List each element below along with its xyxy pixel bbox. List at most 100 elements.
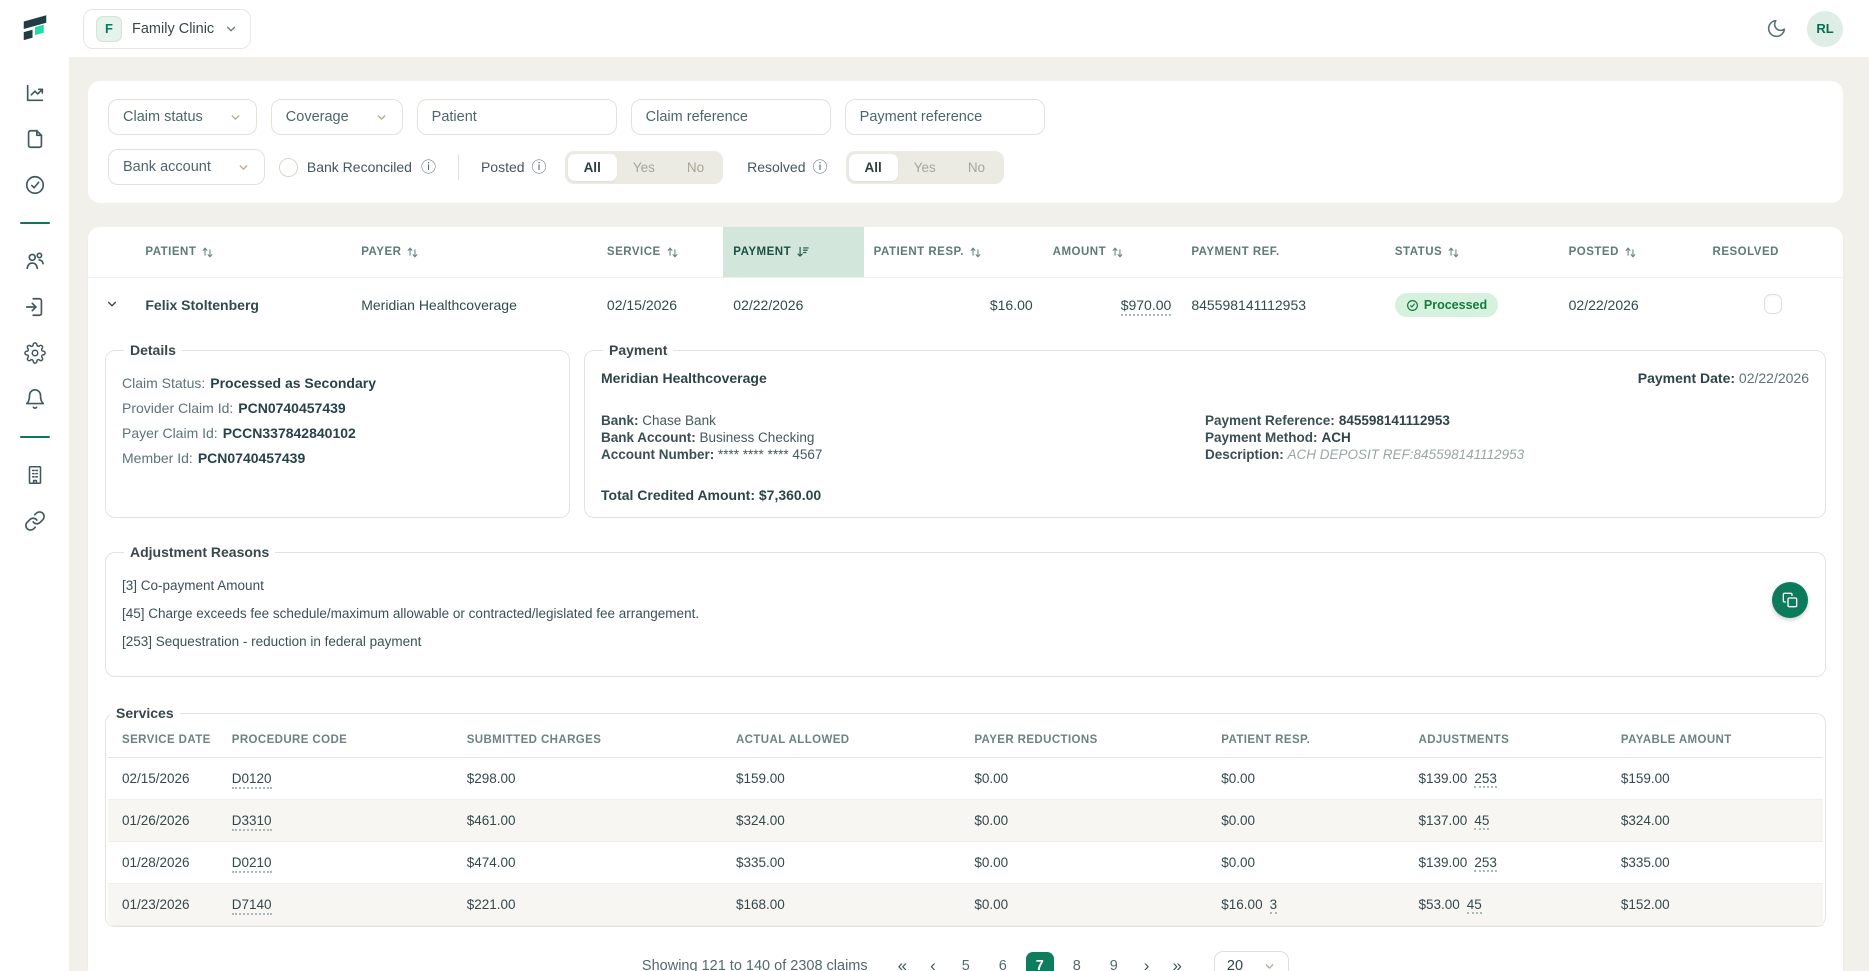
- claim-amount[interactable]: $970.00: [1043, 278, 1182, 333]
- column-header-service[interactable]: Service: [597, 227, 723, 278]
- svc-col-allowed: Actual Allowed: [722, 723, 960, 758]
- adjustment-code-chip[interactable]: 45: [1467, 897, 1482, 914]
- info-icon[interactable]: ⓘ: [421, 160, 436, 175]
- check-circle-icon: [1406, 299, 1419, 312]
- posted-option-yes[interactable]: Yes: [617, 154, 671, 181]
- user-avatar[interactable]: RL: [1807, 11, 1843, 47]
- svc-allowed: $335.00: [722, 842, 960, 884]
- sort-descending-icon: [796, 245, 810, 259]
- users-icon[interactable]: [15, 241, 55, 281]
- service-row: 01/23/2026 D7140 $221.00 $168.00 $0.00 $…: [108, 884, 1823, 926]
- page-button-9[interactable]: 9: [1100, 952, 1128, 971]
- svc-service-date: 01/26/2026: [108, 800, 218, 842]
- coverage-select[interactable]: Coverage: [271, 99, 403, 135]
- bank-reconciled-checkbox[interactable]: [279, 158, 298, 177]
- pagination: Showing 121 to 140 of 2308 claims « ‹ 5 …: [88, 935, 1843, 971]
- service-row: 01/26/2026 D3310 $461.00 $324.00 $0.00 $…: [108, 800, 1823, 842]
- next-page-button[interactable]: ›: [1137, 954, 1157, 971]
- payment-reference-input[interactable]: [845, 99, 1045, 135]
- bank-reconciled-checkbox-group[interactable]: Bank Reconciled ⓘ: [279, 158, 436, 177]
- integrations-link-icon[interactable]: [15, 501, 55, 541]
- svc-allowed: $159.00: [722, 758, 960, 800]
- sort-icon: [1447, 246, 1460, 259]
- notifications-bell-icon[interactable]: [15, 379, 55, 419]
- svc-payable: $335.00: [1607, 842, 1823, 884]
- adjustment-reasons-panel: Adjustment Reasons [3] Co-payment Amount…: [105, 544, 1826, 677]
- adjustment-code-chip[interactable]: 45: [1474, 813, 1489, 830]
- adjustment-code-chip[interactable]: 3: [1270, 897, 1278, 914]
- resolved-option-yes[interactable]: Yes: [898, 154, 952, 181]
- clinic-name: Family Clinic: [132, 21, 214, 37]
- adjustment-code-chip[interactable]: 253: [1474, 855, 1497, 872]
- collapse-row-chevron-icon[interactable]: [88, 278, 135, 333]
- status-badge: Processed: [1395, 293, 1498, 317]
- svc-procedure-code[interactable]: D7140: [218, 884, 453, 926]
- resolved-checkbox[interactable]: [1764, 294, 1782, 314]
- dark-mode-toggle-moon-icon[interactable]: [1766, 18, 1787, 39]
- adjustment-reason: [3] Co-payment Amount: [122, 578, 1809, 593]
- claim-payer: Meridian Healthcoverage: [351, 278, 597, 333]
- resolved-option-no[interactable]: No: [952, 154, 1001, 181]
- column-header-resolved: Resolved: [1703, 227, 1843, 278]
- page-button-8[interactable]: 8: [1063, 952, 1091, 971]
- settings-gear-icon[interactable]: [15, 333, 55, 373]
- svc-adjustments: $139.00253: [1405, 758, 1607, 800]
- posted-option-no[interactable]: No: [671, 154, 720, 181]
- sort-icon: [201, 246, 214, 259]
- sort-icon: [1624, 246, 1637, 259]
- page-button-6[interactable]: 6: [989, 952, 1017, 971]
- svc-procedure-code[interactable]: D3310: [218, 800, 453, 842]
- posted-filter-label: Posted: [481, 159, 525, 175]
- claim-status-select[interactable]: Claim status: [108, 99, 257, 135]
- column-header-status[interactable]: Status: [1385, 227, 1559, 278]
- column-header-patient[interactable]: Patient: [135, 227, 351, 278]
- description-line: Description: ACH DEPOSIT REF:84559814111…: [1205, 446, 1809, 463]
- svc-col-submitted: Submitted Charges: [453, 723, 722, 758]
- import-file-icon[interactable]: [15, 287, 55, 327]
- svc-col-payable: Payable Amount: [1607, 723, 1823, 758]
- previous-page-button[interactable]: ‹: [923, 954, 943, 971]
- svc-procedure-code[interactable]: D0210: [218, 842, 453, 884]
- last-page-button[interactable]: »: [1165, 954, 1188, 971]
- page-button-7-active[interactable]: 7: [1026, 952, 1054, 971]
- claims-table: Patient Payer Service Payment Patient Re…: [88, 227, 1843, 332]
- svc-payable: $152.00: [1607, 884, 1823, 926]
- svc-procedure-code[interactable]: D0120: [218, 758, 453, 800]
- adjustment-code-chip[interactable]: 253: [1474, 771, 1497, 788]
- resolved-option-all[interactable]: All: [849, 154, 898, 181]
- documents-icon[interactable]: [15, 119, 55, 159]
- claim-posted-date: 02/22/2026: [1559, 278, 1703, 333]
- expanded-claim-detail: Details Claim Status:Processed as Second…: [88, 332, 1843, 935]
- svc-col-procedure-code: Procedure Code: [218, 723, 453, 758]
- svc-submitted: $461.00: [453, 800, 722, 842]
- analytics-icon[interactable]: [15, 73, 55, 113]
- claim-row-expanded[interactable]: Felix Stoltenberg Meridian Healthcoverag…: [88, 278, 1843, 333]
- info-icon[interactable]: ⓘ: [813, 160, 828, 175]
- posted-option-all[interactable]: All: [568, 154, 617, 181]
- member-id-label: Member Id:: [122, 450, 193, 466]
- copy-button[interactable]: [1772, 582, 1808, 618]
- app-root: F Family Clinic RL Claim status: [0, 0, 1869, 971]
- svc-payable: $324.00: [1607, 800, 1823, 842]
- column-header-amount[interactable]: Amount: [1043, 227, 1182, 278]
- first-page-button[interactable]: «: [891, 954, 914, 971]
- patient-search-input[interactable]: [417, 99, 617, 135]
- adjustment-reason: [45] Charge exceeds fee schedule/maximum…: [122, 606, 1809, 621]
- column-header-payment-sorted[interactable]: Payment: [723, 227, 863, 278]
- services-table: Service Date Procedure Code Submitted Ch…: [108, 723, 1823, 926]
- svc-reductions: $0.00: [960, 758, 1207, 800]
- payment-panel-title: Payment: [603, 342, 673, 358]
- sort-icon: [969, 246, 982, 259]
- clinic-selector[interactable]: F Family Clinic: [83, 9, 251, 49]
- claims-check-icon[interactable]: [15, 165, 55, 205]
- column-header-patient-resp[interactable]: Patient Resp.: [864, 227, 1043, 278]
- column-header-payer[interactable]: Payer: [351, 227, 597, 278]
- column-header-posted[interactable]: Posted: [1559, 227, 1703, 278]
- claim-reference-input[interactable]: [631, 99, 831, 135]
- bank-account-select[interactable]: Bank account: [108, 149, 265, 185]
- page-button-5[interactable]: 5: [952, 952, 980, 971]
- page-size-select[interactable]: 20: [1214, 951, 1289, 971]
- claim-payment-date: 02/22/2026: [723, 278, 863, 333]
- organization-building-icon[interactable]: [15, 455, 55, 495]
- info-icon[interactable]: ⓘ: [532, 160, 547, 175]
